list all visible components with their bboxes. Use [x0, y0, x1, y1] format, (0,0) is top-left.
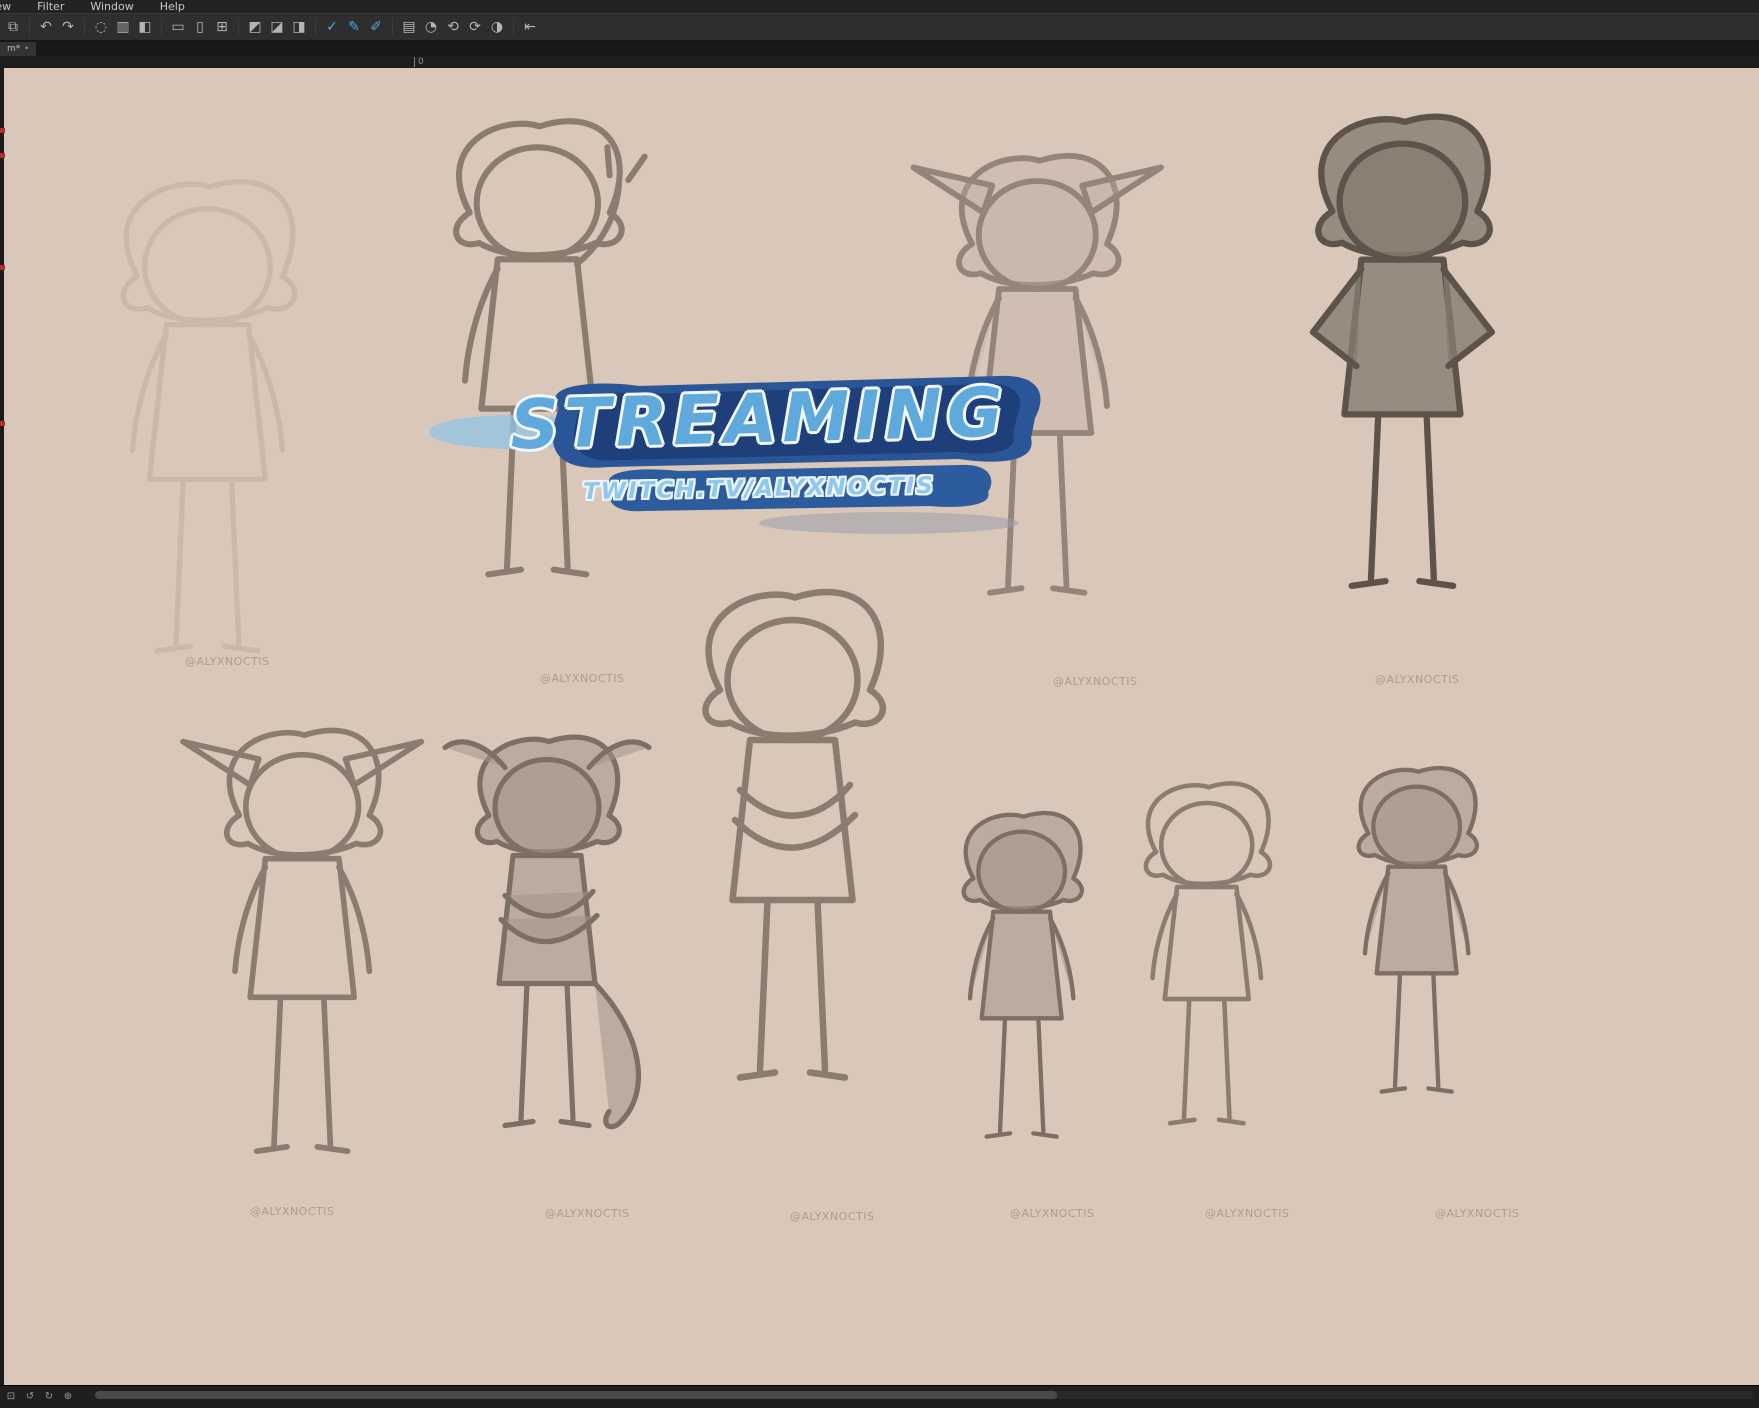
- status-bar: ⊡ ↺ ↻ ⊕: [0, 1385, 1759, 1408]
- canvas[interactable]: STREAMING TWITCH.TV/ALYXNOCTIS @ALYXNOCT…: [4, 68, 1759, 1385]
- crop-frame-icon[interactable]: ▭: [167, 16, 189, 38]
- fit-view-icon[interactable]: ⊡: [3, 1389, 19, 1405]
- diagonal-square-c-icon[interactable]: ◨: [288, 16, 310, 38]
- app-window: View Filter Window Help ⧉ ↶ ↷ ◌ ▥ ◧ ▭ ▯ …: [0, 0, 1759, 1408]
- ruler-origin-label: 0: [414, 57, 424, 67]
- document-icon[interactable]: ▤: [398, 16, 420, 38]
- shaded-square-icon[interactable]: ◧: [134, 16, 156, 38]
- watermark: @ALYXNOCTIS: [1435, 1207, 1519, 1220]
- streaming-banner: STREAMING TWITCH.TV/ALYXNOCTIS: [459, 368, 1059, 553]
- watermark: @ALYXNOCTIS: [540, 672, 624, 685]
- character-sketch-6: [165, 720, 435, 1240]
- snap-ruler-icon[interactable]: ✓: [321, 16, 343, 38]
- watermark: @ALYXNOCTIS: [1375, 673, 1459, 686]
- toolbar-separator: [513, 18, 514, 36]
- menu-view[interactable]: View: [0, 0, 11, 13]
- watermark: @ALYXNOCTIS: [185, 655, 269, 668]
- toolbar-separator: [238, 18, 239, 36]
- modified-dot-icon: •: [24, 42, 29, 56]
- watermark: @ALYXNOCTIS: [1205, 1207, 1289, 1220]
- document-tab-label: m*: [7, 42, 20, 56]
- toolbar-separator: [84, 18, 85, 36]
- character-sketch-7: [425, 695, 665, 1240]
- rotate-cw-icon[interactable]: ⟳: [464, 16, 486, 38]
- red-marker: [0, 421, 5, 426]
- dock-arrow-icon[interactable]: ⇤: [519, 16, 541, 38]
- character-sketch-1: [60, 150, 350, 770]
- character-sketch-9: [1100, 735, 1310, 1235]
- horizontal-scrollbar-thumb[interactable]: [95, 1391, 1057, 1399]
- menu-help[interactable]: Help: [160, 0, 185, 13]
- document-tab[interactable]: m* •: [0, 42, 36, 56]
- toolbar-separator: [392, 18, 393, 36]
- watermark: @ALYXNOCTIS: [1053, 675, 1137, 688]
- toolbar-separator: [29, 18, 30, 36]
- rotate-ccw-icon[interactable]: ⟲: [442, 16, 464, 38]
- diagonal-square-b-icon[interactable]: ◪: [266, 16, 288, 38]
- ruler-strip: 0: [0, 56, 1759, 68]
- horizontal-scrollbar[interactable]: [95, 1391, 1753, 1399]
- character-sketch-10: [1315, 695, 1515, 1225]
- tab-strip: m* •: [0, 41, 1759, 56]
- red-marker: [0, 265, 5, 270]
- rotate-ccw-icon[interactable]: ↺: [22, 1389, 38, 1405]
- red-marker: [0, 128, 5, 133]
- tall-frame-icon[interactable]: ▯: [189, 16, 211, 38]
- watermark: @ALYXNOCTIS: [1010, 1207, 1094, 1220]
- toolbar: ⧉ ↶ ↷ ◌ ▥ ◧ ▭ ▯ ⊞ ◩ ◪ ◨ ✓ ✎ ✐ ▤ ◔ ⟲ ⟳ ◑ …: [0, 13, 1759, 41]
- snap-special-ruler-icon[interactable]: ✎: [343, 16, 365, 38]
- zoom-icon[interactable]: ⊕: [60, 1389, 76, 1405]
- character-sketch-5: [640, 530, 940, 1230]
- toolbar-separator: [315, 18, 316, 36]
- clock-icon[interactable]: ◔: [420, 16, 442, 38]
- grid-square-icon[interactable]: ▥: [112, 16, 134, 38]
- redo-icon[interactable]: ↷: [57, 16, 79, 38]
- watermark: @ALYXNOCTIS: [250, 1205, 334, 1218]
- menu-filter[interactable]: Filter: [37, 0, 64, 13]
- red-marker: [0, 153, 5, 158]
- left-edge: [0, 68, 4, 1385]
- diagonal-square-a-icon[interactable]: ◩: [244, 16, 266, 38]
- character-sketch-8: [920, 785, 1120, 1225]
- toolbar-separator: [161, 18, 162, 36]
- snap-grid-icon[interactable]: ✐: [365, 16, 387, 38]
- grid-frame-icon[interactable]: ⊞: [211, 16, 233, 38]
- overlap-windows-icon[interactable]: ⧉: [2, 16, 24, 38]
- half-circle-icon[interactable]: ◑: [486, 16, 508, 38]
- watermark: @ALYXNOCTIS: [790, 1210, 874, 1223]
- undo-icon[interactable]: ↶: [35, 16, 57, 38]
- watermark: @ALYXNOCTIS: [545, 1207, 629, 1220]
- rotate-cw-icon[interactable]: ↻: [41, 1389, 57, 1405]
- dotted-circle-icon[interactable]: ◌: [90, 16, 112, 38]
- character-sketch-4: [1255, 100, 1545, 690]
- menu-bar: View Filter Window Help: [0, 0, 1759, 13]
- banner-title: STREAMING: [458, 372, 1060, 467]
- menu-window[interactable]: Window: [90, 0, 133, 13]
